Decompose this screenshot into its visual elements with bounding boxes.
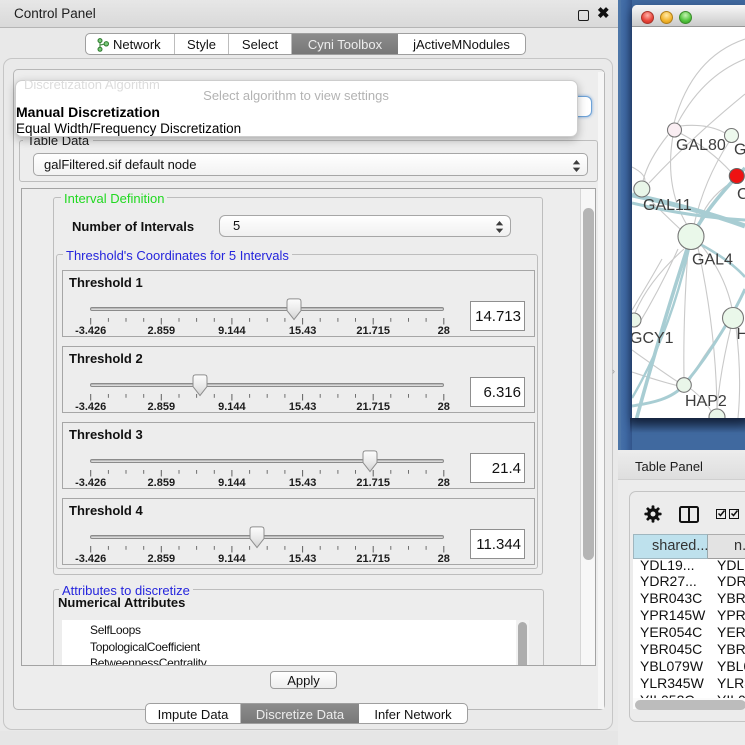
svg-text:HI: HI [737, 326, 745, 343]
svg-text:GCY1: GCY1 [632, 330, 674, 347]
svg-text:GAL80: GAL80 [676, 137, 726, 154]
svg-text:GAL4: GAL4 [692, 252, 733, 269]
svg-text:GA: GA [734, 142, 745, 159]
svg-text:HAP2: HAP2 [685, 393, 727, 410]
svg-text:GAL11: GAL11 [643, 197, 692, 214]
svg-text:C: C [737, 186, 745, 203]
